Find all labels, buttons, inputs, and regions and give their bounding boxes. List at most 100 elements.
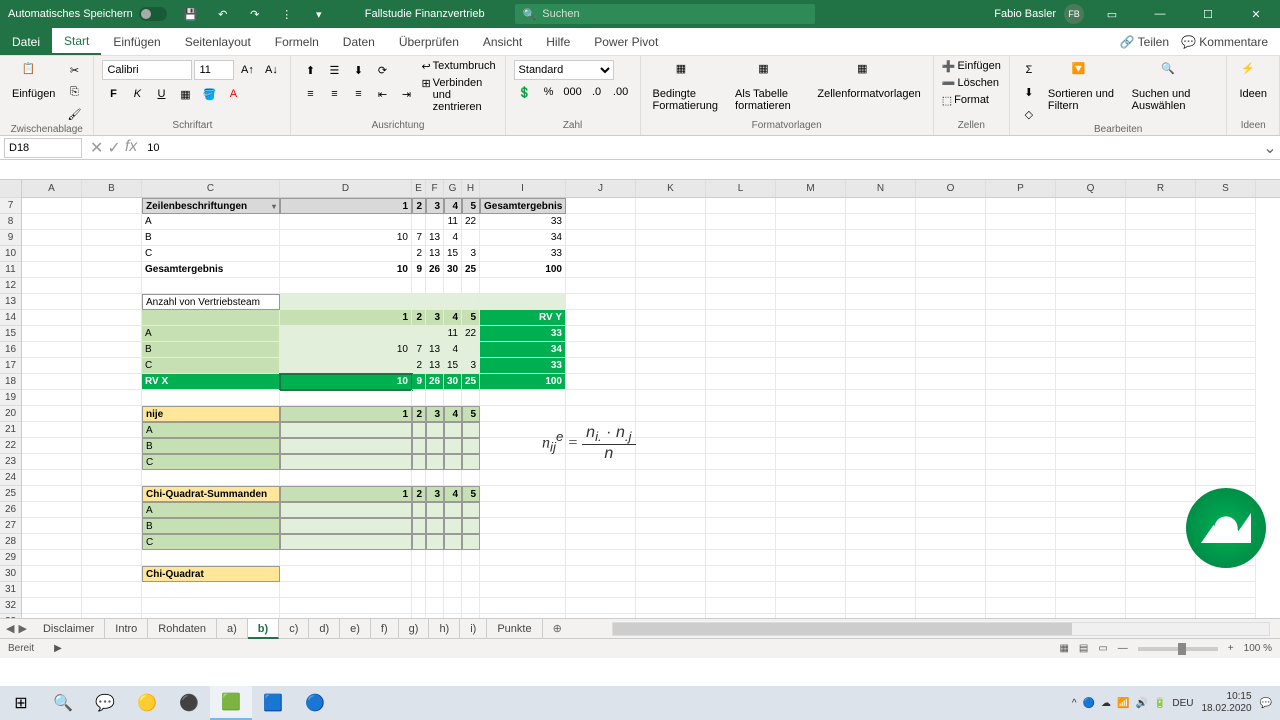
- cell-L15[interactable]: [706, 326, 776, 342]
- cell-S23[interactable]: [1196, 454, 1256, 470]
- cell-M13[interactable]: [776, 294, 846, 310]
- cell-K17[interactable]: [636, 358, 706, 374]
- cell-G29[interactable]: [444, 550, 462, 566]
- cell-H22[interactable]: [462, 438, 480, 454]
- cell-C10[interactable]: C: [142, 246, 280, 262]
- sheet-tab-Rohdaten[interactable]: Rohdaten: [148, 619, 217, 639]
- zoom-level[interactable]: 100 %: [1244, 643, 1272, 654]
- cell-J31[interactable]: [566, 582, 636, 598]
- cell-E21[interactable]: [412, 422, 426, 438]
- cell-F23[interactable]: [426, 454, 444, 470]
- cell-D8[interactable]: [280, 214, 412, 230]
- cell-K26[interactable]: [636, 502, 706, 518]
- cell-M28[interactable]: [776, 534, 846, 550]
- cell-G9[interactable]: 4: [444, 230, 462, 246]
- cell-B31[interactable]: [82, 582, 142, 598]
- obs-icon[interactable]: ⚫: [168, 686, 210, 720]
- cell-K18[interactable]: [636, 374, 706, 390]
- cell-R12[interactable]: [1126, 278, 1196, 294]
- cell-E29[interactable]: [412, 550, 426, 566]
- cell-H25[interactable]: 5: [462, 486, 480, 502]
- row-header-10[interactable]: 10: [0, 246, 21, 262]
- cell-N18[interactable]: [846, 374, 916, 390]
- cell-B9[interactable]: [82, 230, 142, 246]
- cell-K7[interactable]: [636, 198, 706, 214]
- cell-N10[interactable]: [846, 246, 916, 262]
- cell-G10[interactable]: 15: [444, 246, 462, 262]
- underline-button[interactable]: U: [150, 84, 172, 104]
- cell-S8[interactable]: [1196, 214, 1256, 230]
- cell-H7[interactable]: 5: [462, 198, 480, 214]
- cell-Q24[interactable]: [1056, 470, 1126, 486]
- cell-K21[interactable]: [636, 422, 706, 438]
- cell-R30[interactable]: [1126, 566, 1196, 582]
- row-header-20[interactable]: 20: [0, 406, 21, 422]
- row-header-27[interactable]: 27: [0, 518, 21, 534]
- cell-I14[interactable]: RV Y: [480, 310, 566, 326]
- cell-F9[interactable]: 13: [426, 230, 444, 246]
- cell-E19[interactable]: [412, 390, 426, 406]
- cell-B16[interactable]: [82, 342, 142, 358]
- col-header-H[interactable]: H: [462, 180, 480, 197]
- cell-G20[interactable]: 4: [444, 406, 462, 422]
- cell-O11[interactable]: [916, 262, 986, 278]
- cell-I11[interactable]: 100: [480, 262, 566, 278]
- cell-H17[interactable]: 3: [462, 358, 480, 374]
- cell-P13[interactable]: [986, 294, 1056, 310]
- cell-E12[interactable]: [412, 278, 426, 294]
- cell-S31[interactable]: [1196, 582, 1256, 598]
- cell-B21[interactable]: [82, 422, 142, 438]
- cancel-formula-icon[interactable]: ✕: [90, 138, 103, 158]
- align-top-icon[interactable]: ⬆: [299, 60, 321, 80]
- font-size-select[interactable]: [194, 60, 234, 80]
- cell-L25[interactable]: [706, 486, 776, 502]
- cell-M7[interactable]: [776, 198, 846, 214]
- cell-L13[interactable]: [706, 294, 776, 310]
- cell-R28[interactable]: [1126, 534, 1196, 550]
- cell-O16[interactable]: [916, 342, 986, 358]
- cell-J16[interactable]: [566, 342, 636, 358]
- tab-layout[interactable]: Seitenlayout: [173, 28, 263, 55]
- cell-S11[interactable]: [1196, 262, 1256, 278]
- cell-P14[interactable]: [986, 310, 1056, 326]
- cell-N7[interactable]: [846, 198, 916, 214]
- cell-E24[interactable]: [412, 470, 426, 486]
- cell-P19[interactable]: [986, 390, 1056, 406]
- sheet-tab-Punkte[interactable]: Punkte: [487, 619, 542, 639]
- cell-Q19[interactable]: [1056, 390, 1126, 406]
- cell-I10[interactable]: 33: [480, 246, 566, 262]
- cell-O10[interactable]: [916, 246, 986, 262]
- cell-R16[interactable]: [1126, 342, 1196, 358]
- cell-C11[interactable]: Gesamtergebnis: [142, 262, 280, 278]
- cell-R17[interactable]: [1126, 358, 1196, 374]
- cell-K30[interactable]: [636, 566, 706, 582]
- cell-M25[interactable]: [776, 486, 846, 502]
- cell-I33[interactable]: [480, 614, 566, 618]
- border-button[interactable]: ▦: [174, 84, 196, 104]
- row-header-9[interactable]: 9: [0, 230, 21, 246]
- cell-G14[interactable]: 4: [444, 310, 462, 326]
- cell-L22[interactable]: [706, 438, 776, 454]
- cell-K19[interactable]: [636, 390, 706, 406]
- cell-K23[interactable]: [636, 454, 706, 470]
- cell-Q8[interactable]: [1056, 214, 1126, 230]
- cell-H20[interactable]: 5: [462, 406, 480, 422]
- cell-I15[interactable]: 33: [480, 326, 566, 342]
- col-header-R[interactable]: R: [1126, 180, 1196, 197]
- cell-F19[interactable]: [426, 390, 444, 406]
- cell-L16[interactable]: [706, 342, 776, 358]
- cell-R31[interactable]: [1126, 582, 1196, 598]
- cell-Q22[interactable]: [1056, 438, 1126, 454]
- cell-A32[interactable]: [22, 598, 82, 614]
- paste-button[interactable]: 📋 Einfügen: [8, 60, 59, 102]
- cell-K8[interactable]: [636, 214, 706, 230]
- thousand-icon[interactable]: 000: [562, 82, 584, 102]
- cell-C7[interactable]: Zeilenbeschriftungen▾: [142, 198, 280, 214]
- cell-H18[interactable]: 25: [462, 374, 480, 390]
- cell-R32[interactable]: [1126, 598, 1196, 614]
- cell-F33[interactable]: [426, 614, 444, 618]
- cell-R26[interactable]: [1126, 502, 1196, 518]
- cell-L18[interactable]: [706, 374, 776, 390]
- cell-B25[interactable]: [82, 486, 142, 502]
- find-select-button[interactable]: 🔍Suchen und Auswählen: [1128, 60, 1219, 114]
